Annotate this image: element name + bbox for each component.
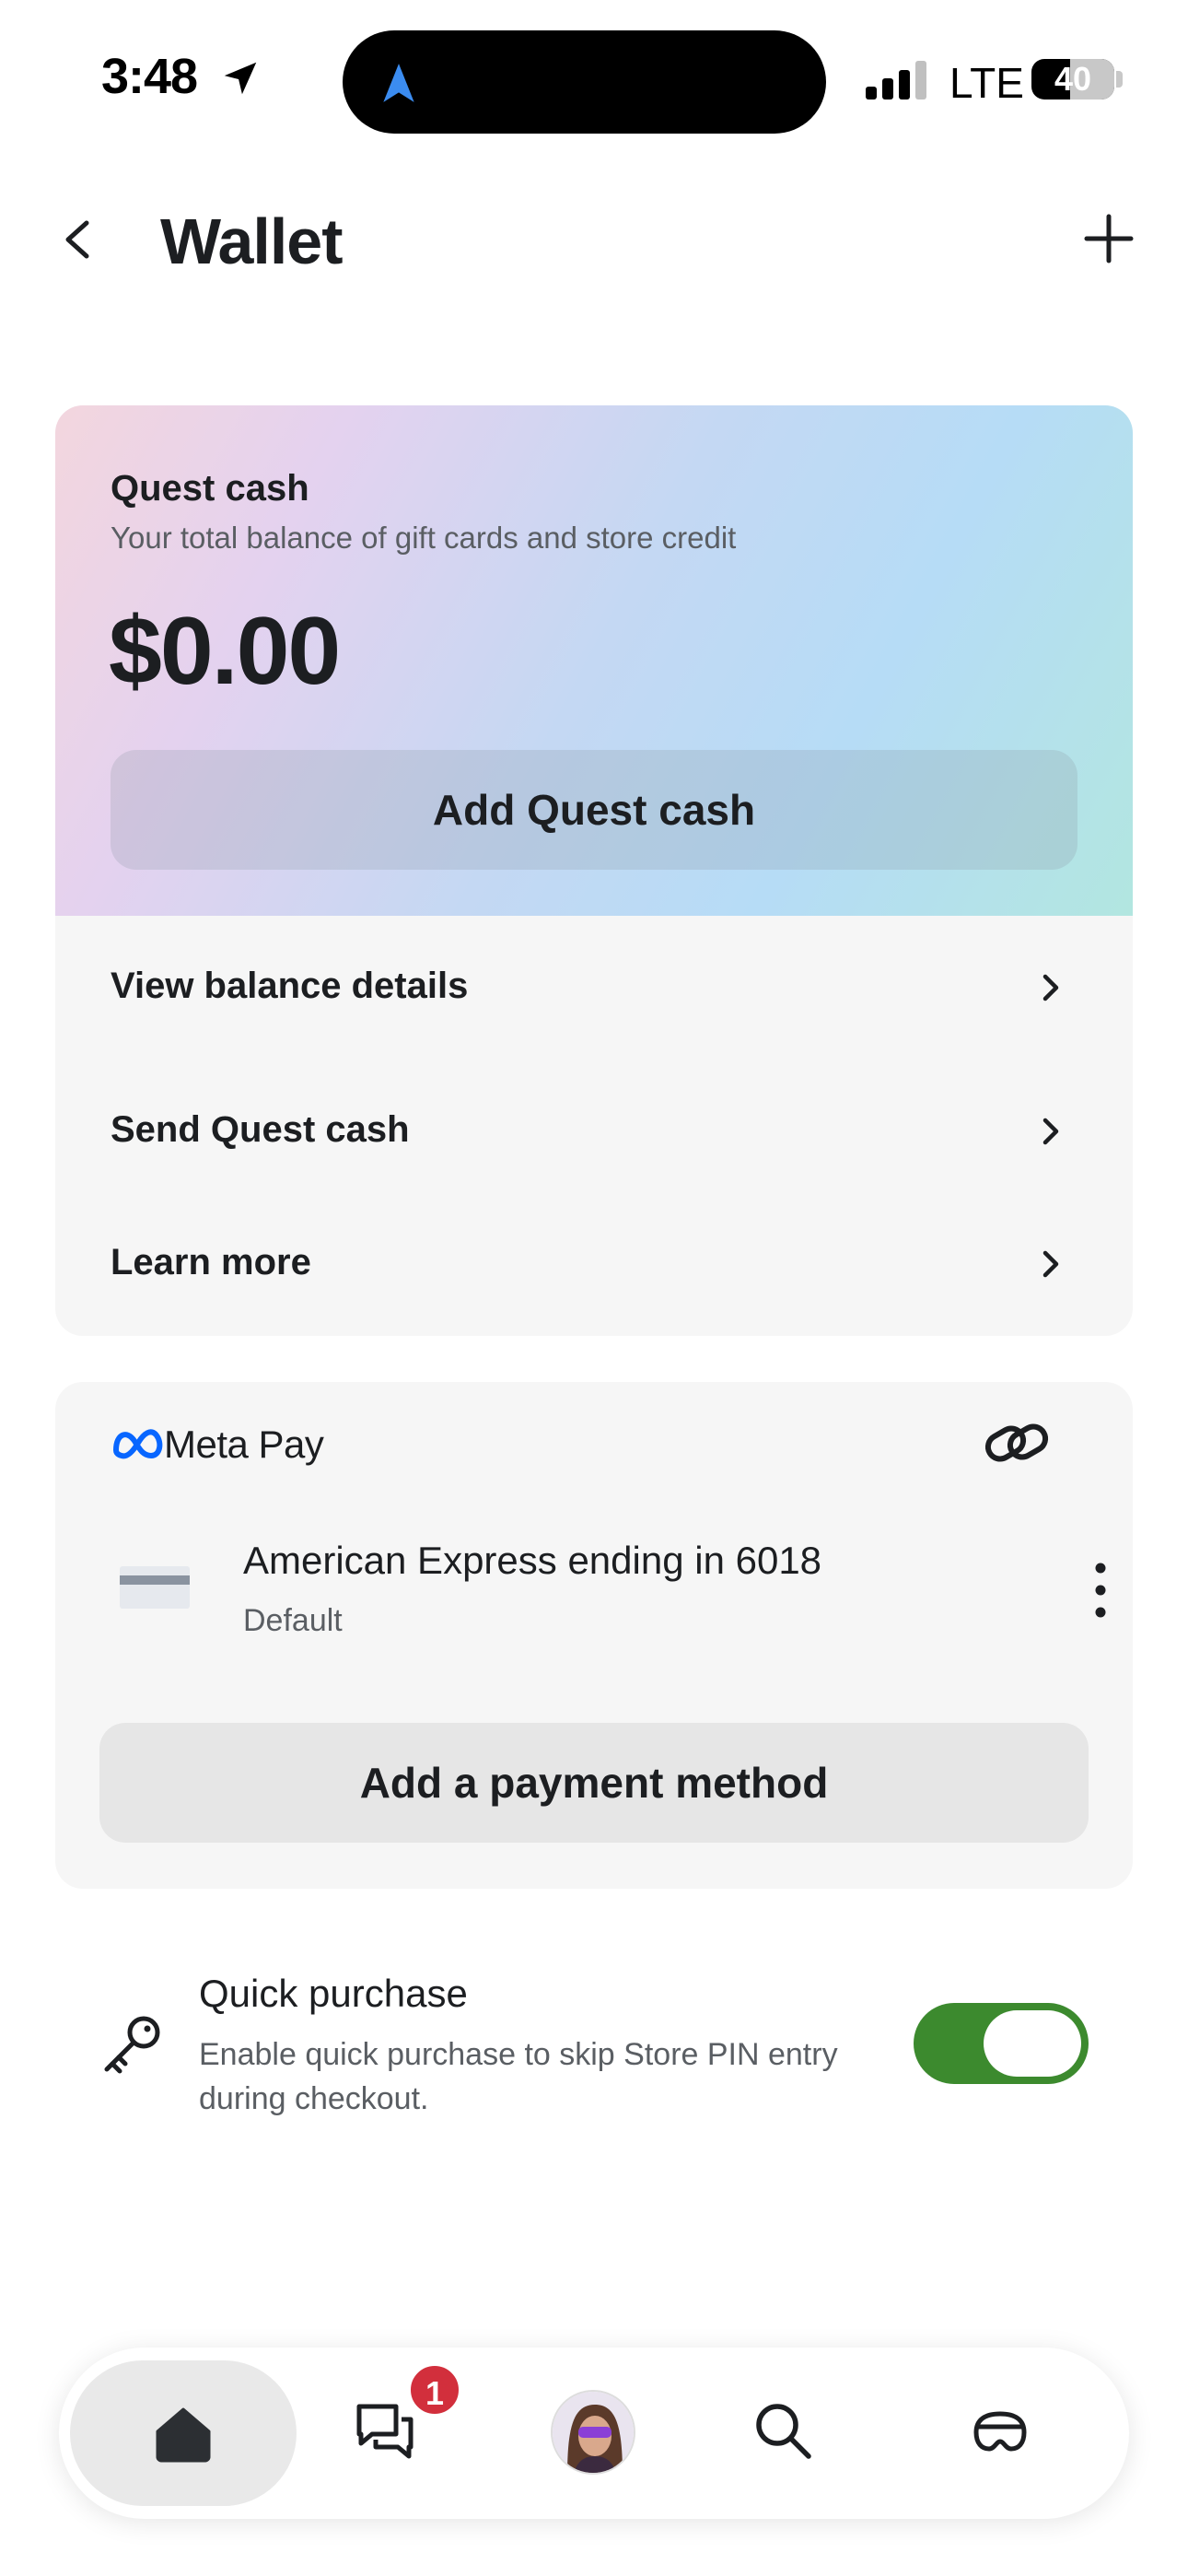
chevron-right-icon: [1042, 1250, 1059, 1278]
home-icon: [156, 2407, 211, 2463]
view-balance-details-row[interactable]: View balance details: [55, 932, 1133, 1043]
learn-more-row[interactable]: Learn more: [55, 1209, 1133, 1319]
card-status: Default: [243, 1603, 343, 1638]
quest-cash-balance: $0.00: [109, 598, 341, 705]
more-options-icon[interactable]: [1087, 1559, 1114, 1622]
quick-purchase-toggle[interactable]: [914, 2003, 1089, 2084]
chevron-right-icon: [1042, 1118, 1059, 1145]
battery-tip: [1116, 71, 1123, 88]
avatar-image: [553, 2392, 634, 2473]
quest-cash-card: Quest cash Your total balance of gift ca…: [55, 405, 1133, 1336]
signal-bars-icon: [866, 61, 926, 100]
add-payment-method-button[interactable]: Add a payment method: [99, 1723, 1089, 1843]
dynamic-island: [343, 30, 826, 134]
search-icon[interactable]: [751, 2399, 814, 2462]
chat-icon: [356, 2404, 413, 2459]
add-quest-cash-button[interactable]: Add Quest cash: [111, 750, 1077, 870]
quick-purchase-description: Enable quick purchase to skip Store PIN …: [199, 2037, 838, 2116]
credit-card-icon: [120, 1566, 190, 1609]
page-title: Wallet: [160, 205, 344, 277]
link-icon[interactable]: [984, 1413, 1050, 1472]
quick-purchase-title: Quick purchase: [199, 1972, 468, 2015]
chat-badge: 1: [407, 2362, 462, 2418]
battery-level: 40: [1054, 60, 1092, 98]
location-arrow-icon: [224, 62, 257, 95]
quest-cash-title: Quest cash: [111, 468, 309, 509]
meta-pay-label: Meta Pay: [164, 1423, 324, 1466]
battery-icon: 40: [1031, 59, 1114, 100]
key-icon: [104, 2016, 160, 2074]
bottom-tab-bar: 1: [59, 2348, 1129, 2519]
headset-icon[interactable]: [969, 2401, 1031, 2464]
row-label: Learn more: [111, 1242, 311, 1282]
add-button[interactable]: [1083, 213, 1135, 264]
toggle-knob: [984, 2010, 1081, 2077]
row-label: View balance details: [111, 966, 469, 1006]
back-button[interactable]: [55, 214, 99, 265]
card-name: American Express ending in 6018: [243, 1539, 822, 1582]
network-label: LTE: [949, 59, 1024, 107]
meta-pay-card: Meta Pay American Express ending in 6018…: [55, 1382, 1133, 1889]
quest-cash-subtitle: Your total balance of gift cards and sto…: [111, 521, 737, 555]
status-time: 3:48: [101, 49, 198, 104]
quest-cash-hero: Quest cash Your total balance of gift ca…: [55, 405, 1133, 916]
status-bar: 3:48 LTE 40: [0, 0, 1188, 157]
tab-home[interactable]: [70, 2360, 297, 2506]
avatar[interactable]: [551, 2390, 635, 2475]
navigation-arrow-icon: [383, 64, 414, 102]
send-quest-cash-row[interactable]: Send Quest cash: [55, 1076, 1133, 1187]
chevron-right-icon: [1042, 974, 1059, 1001]
meta-logo-icon: [113, 1429, 163, 1459]
row-label: Send Quest cash: [111, 1109, 410, 1150]
